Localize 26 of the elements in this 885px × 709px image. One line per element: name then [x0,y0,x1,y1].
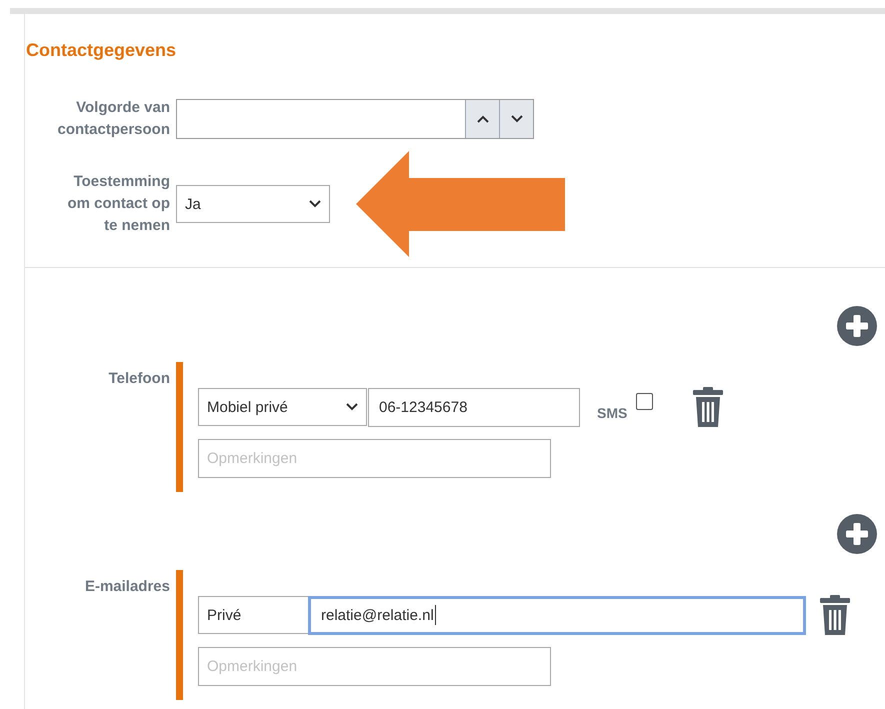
group-label: Telefoon [108,370,170,387]
select-field[interactable]: Ja [176,185,330,223]
remarks-input[interactable]: Opmerkingen [198,439,551,478]
delete-button[interactable] [820,595,850,635]
phone-input[interactable]: 06-12345678 [368,388,580,426]
remarks-input[interactable]: Opmerkingen [198,647,551,686]
sms-checkbox[interactable] [636,392,654,410]
email-input[interactable]: relatie@relatie.nl [308,596,806,634]
chevron-up-icon [476,115,488,123]
field-label: Toestemming om contact op te nemen [66,172,170,236]
chevron-down-icon [346,403,358,411]
plus-circle-icon [837,514,877,554]
field-label: Volgorde van contactpersoon [56,98,170,140]
type-select[interactable]: Mobiel privé [198,388,367,426]
group-label: E-mailadres [84,578,170,595]
section-title: Contactgegevens [26,40,178,61]
add-button[interactable] [837,514,877,554]
chevron-down-icon [309,200,321,208]
trash-icon [693,387,724,427]
type-field[interactable]: Privé [198,596,310,634]
plus-circle-icon [837,306,877,346]
sms-label: SMS [597,405,628,421]
add-button[interactable] [837,306,877,346]
delete-button[interactable] [693,387,724,427]
trash-icon [820,595,850,635]
chevron-down-icon [510,115,522,123]
